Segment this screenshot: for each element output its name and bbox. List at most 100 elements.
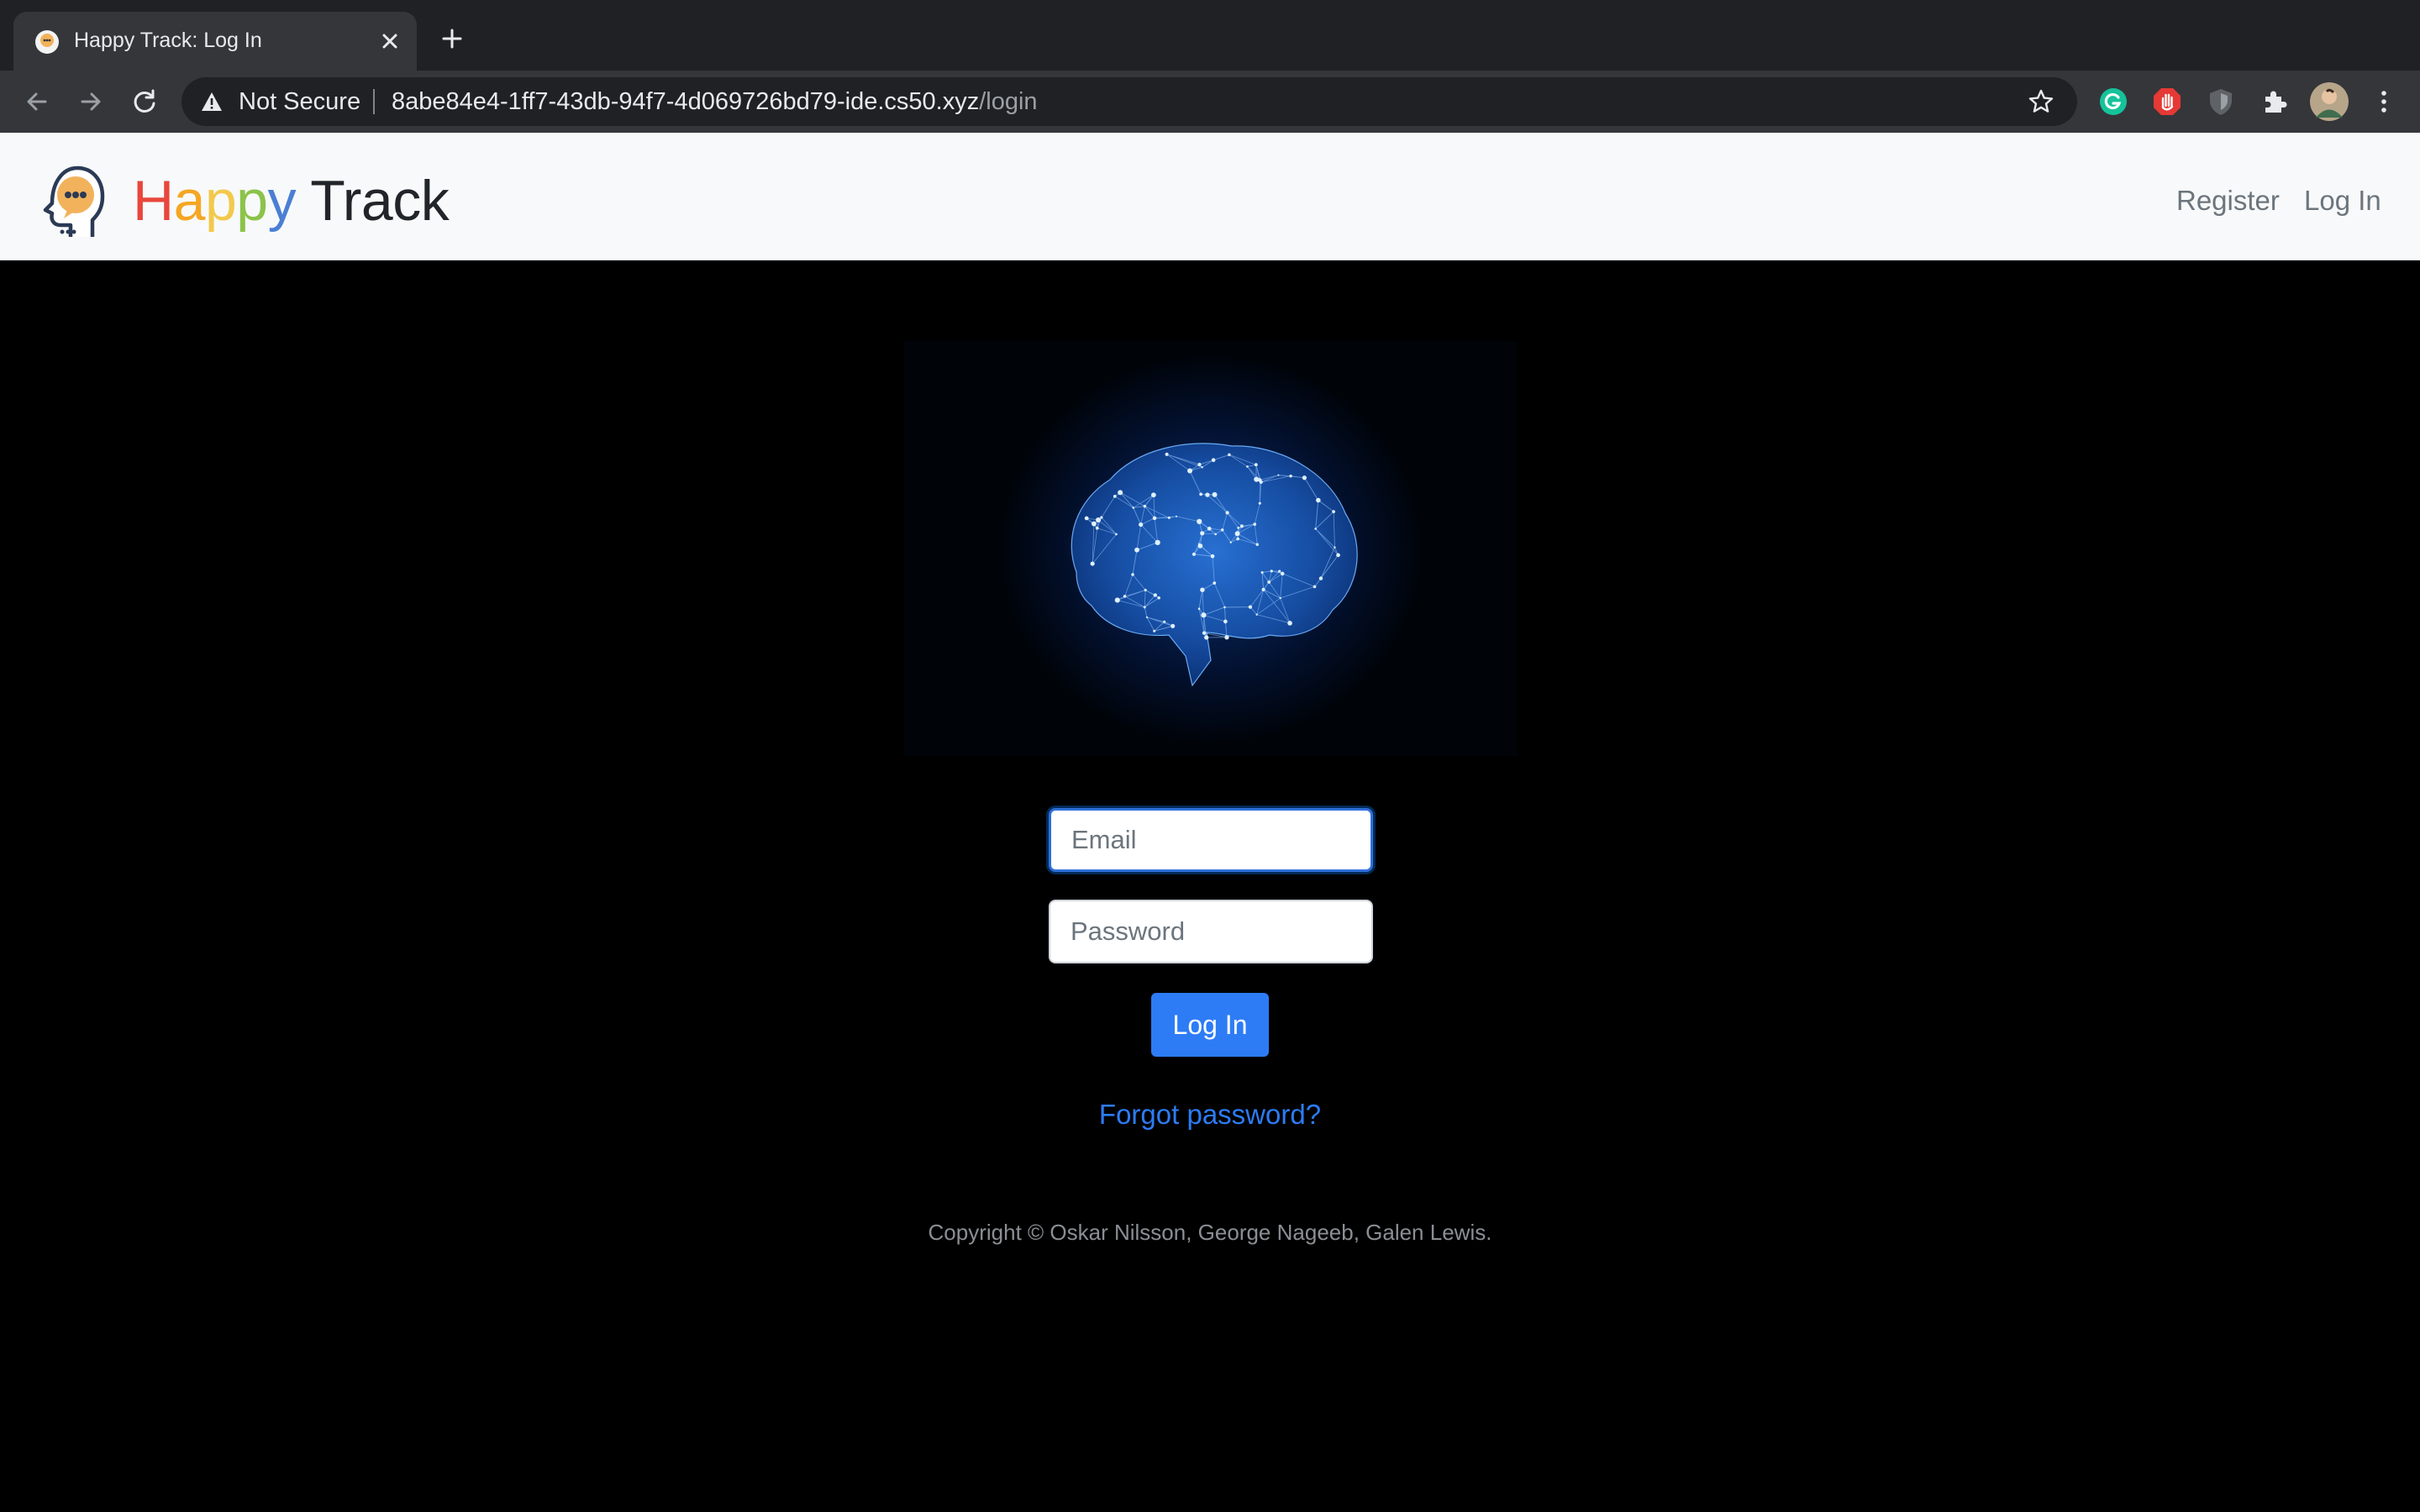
browser-tabstrip: Happy Track: Log In [0, 0, 2420, 71]
neural-node [1318, 576, 1323, 580]
new-tab-icon[interactable] [435, 22, 469, 55]
neural-node [1229, 541, 1232, 543]
register-link[interactable]: Register [2176, 185, 2280, 217]
neural-node [1165, 452, 1169, 456]
browser-tab[interactable]: Happy Track: Log In [13, 12, 417, 71]
happy-track-logo-icon[interactable] [25, 160, 106, 240]
shield-extension-icon[interactable] [2205, 86, 2237, 118]
neural-node [1302, 475, 1307, 480]
neural-node [1197, 607, 1201, 610]
forgot-password-link[interactable]: Forgot password? [992, 1099, 1428, 1131]
neural-node [1313, 585, 1317, 589]
neural-node [1223, 619, 1228, 624]
neural-node [1115, 533, 1118, 536]
reload-icon[interactable] [128, 85, 161, 118]
neural-node [1192, 552, 1197, 556]
neural-node [1255, 613, 1258, 616]
neural-node [1287, 621, 1292, 626]
url-text[interactable]: 8abe84e4-1ff7-43db-94f7-4d069726bd79-ide… [392, 88, 1038, 116]
neural-node [1267, 580, 1271, 584]
brain-hero-image [904, 341, 1518, 756]
neural-node [1175, 515, 1178, 517]
extensions-puzzle-icon[interactable] [2259, 86, 2291, 118]
back-icon[interactable] [20, 85, 54, 118]
grammarly-extension-icon[interactable] [2097, 86, 2129, 118]
login-button[interactable]: Log In [1151, 993, 1269, 1057]
brand-letter: H [133, 169, 174, 233]
neural-node [1167, 516, 1171, 519]
neural-node [1246, 465, 1249, 468]
neural-node [1278, 570, 1281, 573]
neural-node [1279, 596, 1281, 600]
neural-node [1224, 635, 1229, 640]
neural-node [1197, 543, 1200, 545]
neural-node [1248, 605, 1253, 609]
neural-node [1236, 537, 1239, 541]
url-path: /login [979, 88, 1038, 115]
chrome-menu-icon[interactable] [2368, 86, 2400, 118]
neural-node [1197, 462, 1202, 467]
browser-toolbar: Not Secure 8abe84e4-1ff7-43db-94f7-4d069… [0, 71, 2420, 133]
neural-node [1114, 597, 1120, 603]
neural-node [1200, 531, 1205, 536]
neural-node [1150, 492, 1156, 498]
neural-brain-illustration [1071, 443, 1358, 687]
neural-node [1118, 490, 1123, 496]
neural-node [1210, 554, 1215, 559]
neural-node [1145, 616, 1149, 619]
neural-node [1258, 501, 1261, 505]
neural-node [1096, 517, 1102, 523]
footer-copyright: Copyright © Oskar Nilsson, George Nageeb… [928, 1220, 1492, 1245]
neural-node [1143, 504, 1147, 508]
neural-node [1223, 606, 1226, 609]
neural-node [1113, 495, 1117, 498]
close-tab-icon[interactable] [373, 24, 407, 58]
neural-node [1095, 526, 1099, 530]
neural-node [1157, 596, 1160, 600]
neural-node [1131, 573, 1134, 576]
neural-node [1163, 620, 1166, 623]
email-input[interactable] [1049, 808, 1373, 872]
neural-node [1134, 547, 1139, 553]
forward-icon[interactable] [74, 85, 108, 118]
neural-node [1152, 516, 1157, 521]
neural-node [1202, 631, 1207, 635]
neural-node [1187, 468, 1193, 474]
neural-node [1254, 476, 1260, 482]
omnibox-divider [373, 89, 375, 114]
neural-node [1336, 553, 1340, 558]
brand-name[interactable]: Happy Track [133, 168, 450, 234]
neural-node [1234, 531, 1240, 537]
neural-node [1207, 526, 1212, 531]
login-nav-link[interactable]: Log In [2304, 185, 2381, 217]
brand-letter: p [236, 169, 268, 233]
bookmark-star-icon[interactable] [2027, 87, 2055, 116]
neural-node [1334, 546, 1336, 549]
neural-node [1225, 511, 1229, 515]
brand-rest: Track [296, 169, 450, 233]
neural-node [1153, 593, 1157, 597]
neural-node [1259, 480, 1263, 484]
neural-node [1277, 474, 1280, 476]
adblock-extension-icon[interactable] [2151, 86, 2183, 118]
profile-avatar-icon[interactable] [2309, 81, 2349, 122]
neural-node [1281, 571, 1285, 576]
neural-node [1228, 453, 1231, 457]
password-input[interactable] [1049, 900, 1373, 963]
neural-node [1316, 497, 1321, 503]
address-bar[interactable]: Not Secure 8abe84e4-1ff7-43db-94f7-4d069… [182, 77, 2077, 126]
brand-letter: a [173, 169, 206, 233]
neural-node [1201, 466, 1203, 469]
url-host: 8abe84e4-1ff7-43db-94f7-4d069726bd79-ide… [392, 88, 980, 115]
neural-node [1254, 463, 1258, 467]
warning-icon [202, 92, 222, 111]
neural-node [1090, 561, 1095, 566]
brand-letter: p [204, 169, 237, 233]
neural-node [1084, 516, 1089, 521]
neural-node [1100, 516, 1103, 519]
neural-node [1197, 518, 1202, 524]
neural-node [1144, 588, 1147, 592]
happy-track-favicon-icon [35, 30, 59, 54]
neural-node [1239, 524, 1244, 528]
security-label[interactable]: Not Secure [239, 88, 360, 116]
